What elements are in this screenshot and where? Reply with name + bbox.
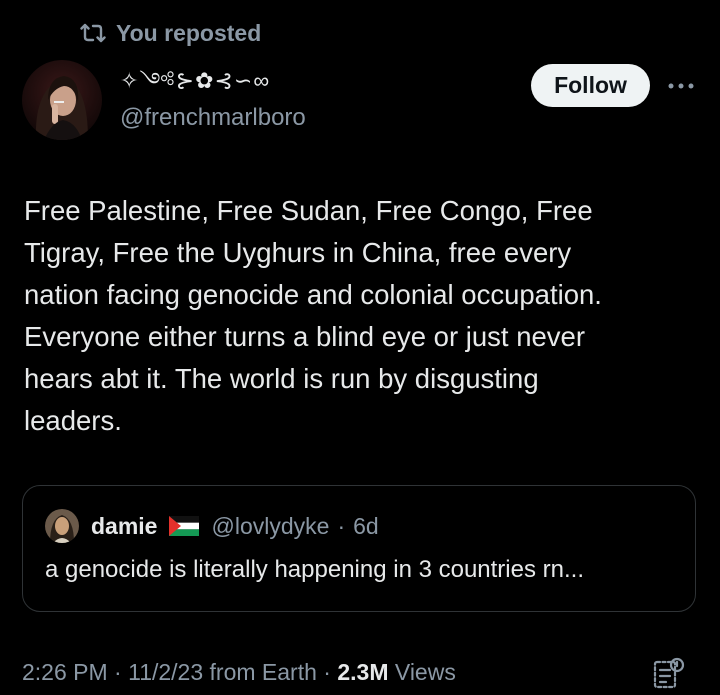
author-display-name[interactable]: ✧༺⊱✿⊰∽∞ <box>120 68 270 104</box>
meta-separator: · <box>316 658 338 685</box>
tweet-line: Free Palestine, Free Sudan, Free Congo, … <box>24 195 593 226</box>
tweet-line: Everyone either turns a blind eye or jus… <box>24 321 585 352</box>
quote-author-name[interactable]: damie <box>91 513 157 540</box>
analytics-icon[interactable] <box>652 656 686 690</box>
views-label: Views <box>388 658 456 685</box>
meta-separator: · <box>107 658 129 685</box>
repost-icon <box>80 22 106 44</box>
tweet-line: nation facing genocide and colonial occu… <box>24 279 602 310</box>
post-source: from Earth <box>203 658 317 685</box>
tweet-line: hears abt it. The world is run by disgus… <box>24 363 539 394</box>
tweet-line: leaders. <box>24 405 122 436</box>
views-count: 2.3M <box>337 658 389 685</box>
tweet-meta: 2:26 PM · 11/2/23 from Earth · 2.3M View… <box>22 654 456 690</box>
quoted-tweet[interactable]: damie @lovlydyke · 6d a genocide is lite… <box>22 485 696 612</box>
tweet-text: Free Palestine, Free Sudan, Free Congo, … <box>24 190 696 442</box>
repost-label: You reposted <box>116 19 262 46</box>
quote-header: damie @lovlydyke · 6d <box>45 508 379 544</box>
quote-author-handle[interactable]: @lovlydyke <box>211 513 329 540</box>
more-icon[interactable] <box>664 72 698 100</box>
author-handle[interactable]: @frenchmarlboro <box>120 104 306 132</box>
avatar[interactable] <box>22 60 102 140</box>
quote-text: a genocide is literally happening in 3 c… <box>45 556 584 583</box>
tweet-line: Tigray, Free the Uyghurs in China, free … <box>24 237 572 268</box>
repost-indicator: You reposted <box>80 18 261 48</box>
post-time[interactable]: 2:26 PM <box>22 659 108 686</box>
quote-separator: · <box>337 512 346 539</box>
post-date[interactable]: 11/2/23 <box>128 659 203 686</box>
follow-button[interactable]: Follow <box>531 64 650 107</box>
palestine-flag <box>169 516 200 536</box>
quote-timestamp[interactable]: 6d <box>353 513 379 540</box>
quote-avatar[interactable] <box>45 509 79 543</box>
